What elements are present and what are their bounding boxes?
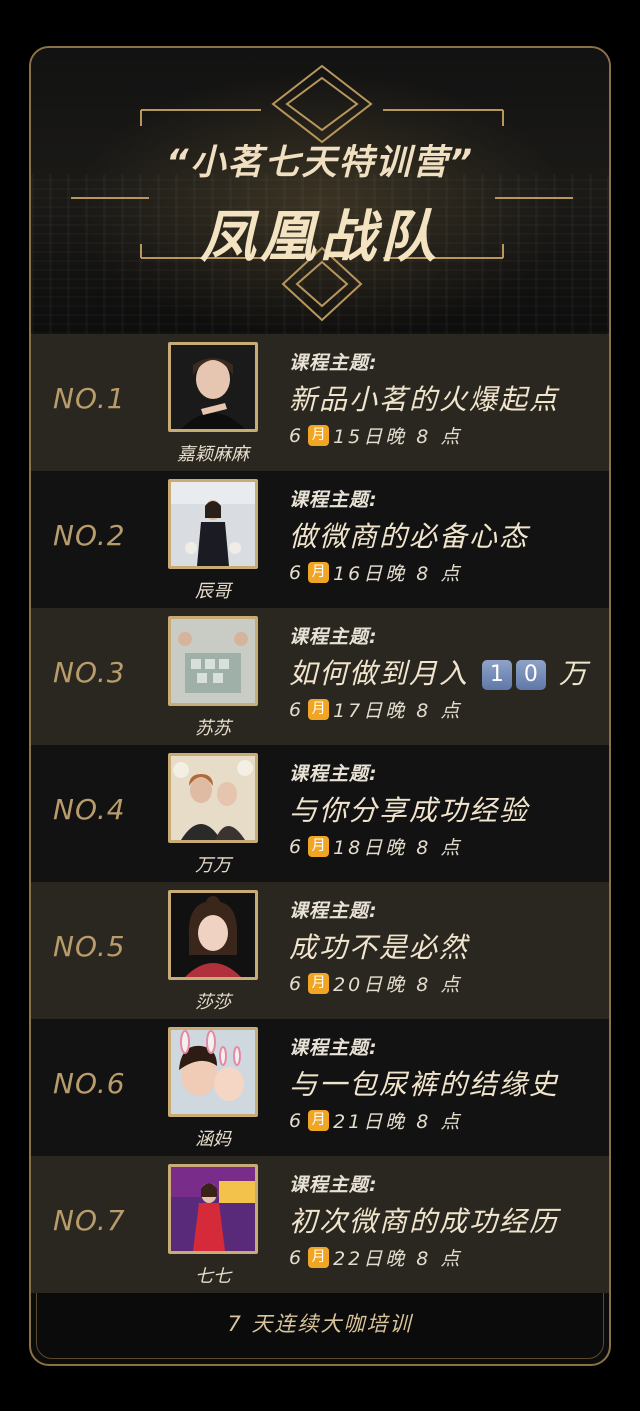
month-badge: 月: [308, 1247, 330, 1268]
course-topic: 成功不是必然: [289, 931, 470, 964]
month-badge: 月: [308, 1110, 330, 1131]
row-number: NO.1: [53, 382, 126, 415]
schedule-row-2: NO.2 辰哥 课程主题: 做微商的必备心态 6 月 16日晚 8 点: [31, 471, 609, 608]
schedule-row-6: NO.6 涵妈 课程主题: 与一包尿裤的结缘史 6 月 21日晚 8 点: [31, 1019, 609, 1156]
topic-label: 课程主题:: [289, 352, 378, 374]
date-month-number: 6: [289, 1246, 305, 1269]
topic-text-b: 万: [558, 657, 589, 690]
date-day-time: 22日晚 8 点: [333, 1248, 463, 1270]
topic-label: 课程主题:: [289, 489, 378, 511]
date-day-time: 17日晚 8 点: [333, 700, 463, 722]
topic-label: 课程主题:: [289, 1037, 378, 1059]
course-topic: 与你分享成功经验: [289, 794, 530, 827]
row-number: NO.6: [53, 1067, 126, 1100]
month-badge: 月: [308, 973, 330, 994]
date-month-number: 6: [289, 424, 305, 447]
topic-label: 课程主题:: [289, 626, 378, 648]
row-number: NO.7: [53, 1204, 126, 1237]
date-day-time: 15日晚 8 点: [333, 426, 463, 448]
course-date: 6 月 15日晚 8 点: [289, 422, 462, 449]
speaker-name: 辰哥: [195, 581, 231, 602]
course-topic: 新品小茗的火爆起点: [289, 383, 560, 416]
course-topic: 做微商的必备心态: [289, 520, 530, 553]
schedule-row-3: NO.3 苏苏 课程主题: 如何做到月入 10 万 6 月 17日晚 8 点: [31, 608, 609, 745]
course-date: 6 月 17日晚 8 点: [289, 696, 462, 723]
speaker-photo: [171, 482, 255, 566]
date-day-time: 16日晚 8 点: [333, 563, 463, 585]
speaker-avatar: [168, 616, 258, 706]
date-month-number: 6: [289, 972, 305, 995]
month-badge: 月: [308, 425, 330, 446]
topic-label: 课程主题:: [289, 1174, 378, 1196]
date-month-number: 6: [289, 835, 305, 858]
speaker-avatar: [168, 1027, 258, 1117]
digit-badge: 0: [515, 660, 546, 690]
schedule-row-4: NO.4 万万 课程主题: 与你分享成功经验 6 月 18日晚 8 点: [31, 745, 609, 882]
schedule-row-7: NO.7 七七 课程主题: 初次微商的成功经历 6 月 22日晚 8 点: [31, 1156, 609, 1293]
row-number: NO.2: [53, 519, 126, 552]
speaker-name: 苏苏: [195, 718, 231, 739]
footer-tagline: 7 天连续大咖培训: [227, 1312, 413, 1336]
row-number: NO.4: [53, 793, 126, 826]
month-badge: 月: [308, 699, 330, 720]
speaker-avatar: [168, 753, 258, 843]
digit-badge: 1: [481, 660, 512, 690]
speaker-photo: [171, 756, 255, 840]
course-date: 6 月 20日晚 8 点: [289, 970, 462, 997]
art-deco-ornament: [71, 64, 573, 322]
speaker-name: 七七: [195, 1266, 231, 1287]
speaker-avatar: [168, 342, 258, 432]
schedule-row-1: NO.1 嘉颖麻麻 课程主题: 新品小茗的火爆起点 6 月 15日晚 8 点: [31, 334, 609, 471]
speaker-photo: [171, 1030, 255, 1114]
course-date: 6 月 18日晚 8 点: [289, 833, 462, 860]
poster-title-line1: “小茗七天特训营”: [165, 143, 475, 183]
date-month-number: 6: [289, 561, 305, 584]
speaker-name: 万万: [195, 855, 231, 876]
speaker-photo: [171, 893, 255, 977]
course-date: 6 月 22日晚 8 点: [289, 1244, 462, 1271]
speaker-name: 嘉颖麻麻: [177, 444, 249, 465]
topic-label: 课程主题:: [289, 900, 378, 922]
date-day-time: 18日晚 8 点: [333, 837, 463, 859]
speaker-avatar: [168, 1164, 258, 1254]
speaker-name: 涵妈: [195, 1129, 231, 1150]
speaker-avatar: [168, 479, 258, 569]
speaker-photo: [171, 619, 255, 703]
topic-text-a: 如何做到月入: [289, 657, 470, 690]
topic-label: 课程主题:: [289, 763, 378, 785]
speaker-photo: [171, 345, 255, 429]
row-number: NO.3: [53, 656, 126, 689]
month-badge: 月: [308, 562, 330, 583]
course-topic: 初次微商的成功经历: [289, 1205, 560, 1238]
speaker-name: 莎莎: [195, 992, 231, 1013]
date-day-time: 21日晚 8 点: [333, 1111, 463, 1133]
row-number: NO.5: [53, 930, 126, 963]
poster-header: “小茗七天特训营” 凤凰战队: [31, 48, 609, 334]
course-date: 6 月 16日晚 8 点: [289, 559, 462, 586]
poster-title-line2: 凤凰战队: [200, 205, 440, 270]
speaker-avatar: [168, 890, 258, 980]
date-month-number: 6: [289, 1109, 305, 1132]
schedule-row-5: NO.5 莎莎 课程主题: 成功不是必然 6 月 20日晚 8 点: [31, 882, 609, 1019]
speaker-photo: [171, 1167, 255, 1251]
month-badge: 月: [308, 836, 330, 857]
course-date: 6 月 21日晚 8 点: [289, 1107, 462, 1134]
date-day-time: 20日晚 8 点: [333, 974, 463, 996]
date-month-number: 6: [289, 698, 305, 721]
poster-frame: “小茗七天特训营” 凤凰战队 NO.1 嘉颖麻麻 课程主题: 新品小茗的火爆起点…: [29, 46, 611, 1366]
course-topic: 如何做到月入 10 万: [289, 652, 589, 692]
course-topic: 与一包尿裤的结缘史: [289, 1068, 560, 1101]
